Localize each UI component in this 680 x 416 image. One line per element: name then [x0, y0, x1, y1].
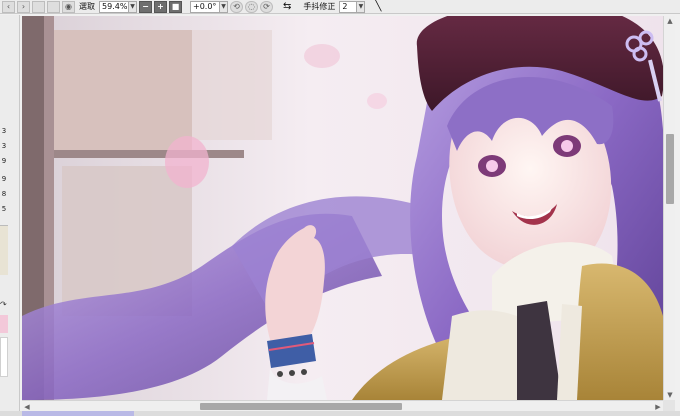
scroll-down-icon[interactable]: ▼: [664, 390, 676, 400]
nav-back-button[interactable]: ‹: [2, 0, 15, 13]
chevron-down-icon[interactable]: ▼: [357, 0, 366, 13]
stabilizer-value[interactable]: 2: [339, 0, 358, 13]
color-swatch-panel[interactable]: [0, 225, 8, 275]
panel-value: 3: [1, 142, 7, 150]
chevron-down-icon[interactable]: ▼: [129, 0, 137, 13]
panel-value: 5: [1, 205, 7, 213]
active-bottom-tab[interactable]: [22, 411, 134, 416]
square-icon[interactable]: ■: [169, 0, 182, 13]
scrollbar-corner: [663, 400, 675, 411]
redo-icon[interactable]: ↷: [0, 300, 8, 309]
canvas-toolbar: ‹ › ◉ 選取 59.4% ▼ − + ■ +0.0° ▼ ⟲ ◌ ⟳ ⇆ 手…: [0, 0, 680, 14]
line-tool-icon[interactable]: ╲: [373, 1, 383, 12]
drawing-canvas[interactable]: [22, 16, 663, 400]
panel-value: 8: [1, 190, 7, 198]
panel-box: [0, 337, 8, 377]
panel-value: 9: [1, 175, 7, 183]
panel-value: 9: [1, 157, 7, 165]
flip-arrows-icon[interactable]: ⇆: [281, 1, 293, 12]
left-side-panel: 3 3 9 9 8 5 ↷: [0, 15, 20, 416]
plus-icon[interactable]: +: [154, 0, 167, 13]
chevron-down-icon[interactable]: ▼: [220, 0, 228, 13]
scroll-up-icon[interactable]: ▲: [664, 16, 676, 26]
rotate-right-icon[interactable]: ⟳: [260, 0, 273, 13]
vertical-scroll-thumb[interactable]: [666, 134, 674, 204]
tool-mode-label: 選取: [79, 2, 95, 11]
rotate-reset-icon[interactable]: ◌: [245, 0, 258, 13]
artwork-image: [22, 16, 663, 400]
rotation-value[interactable]: +0.0°: [190, 0, 220, 13]
horizontal-scrollbar[interactable]: ◀ ▶: [22, 400, 663, 411]
horizontal-scroll-thumb[interactable]: [200, 403, 402, 410]
panel-value: 3: [1, 127, 7, 135]
rotate-left-icon[interactable]: ⟲: [230, 0, 243, 13]
color-swatch[interactable]: [0, 315, 8, 333]
minus-icon[interactable]: −: [139, 0, 152, 13]
nav-forward-button[interactable]: ›: [17, 0, 30, 13]
toolbar-blank-button[interactable]: [32, 0, 45, 13]
stabilizer-label: 手抖修正: [303, 2, 336, 11]
rotation-select[interactable]: +0.0° ▼: [190, 0, 228, 13]
toolbar-blank-button-2[interactable]: [47, 0, 60, 13]
vertical-scrollbar[interactable]: ▲ ▼: [663, 16, 675, 400]
zoom-select[interactable]: 59.4% ▼: [99, 0, 137, 13]
eye-icon[interactable]: ◉: [62, 0, 75, 13]
stabilizer-select[interactable]: 2 ▼: [339, 0, 366, 13]
zoom-value[interactable]: 59.4%: [99, 0, 129, 13]
